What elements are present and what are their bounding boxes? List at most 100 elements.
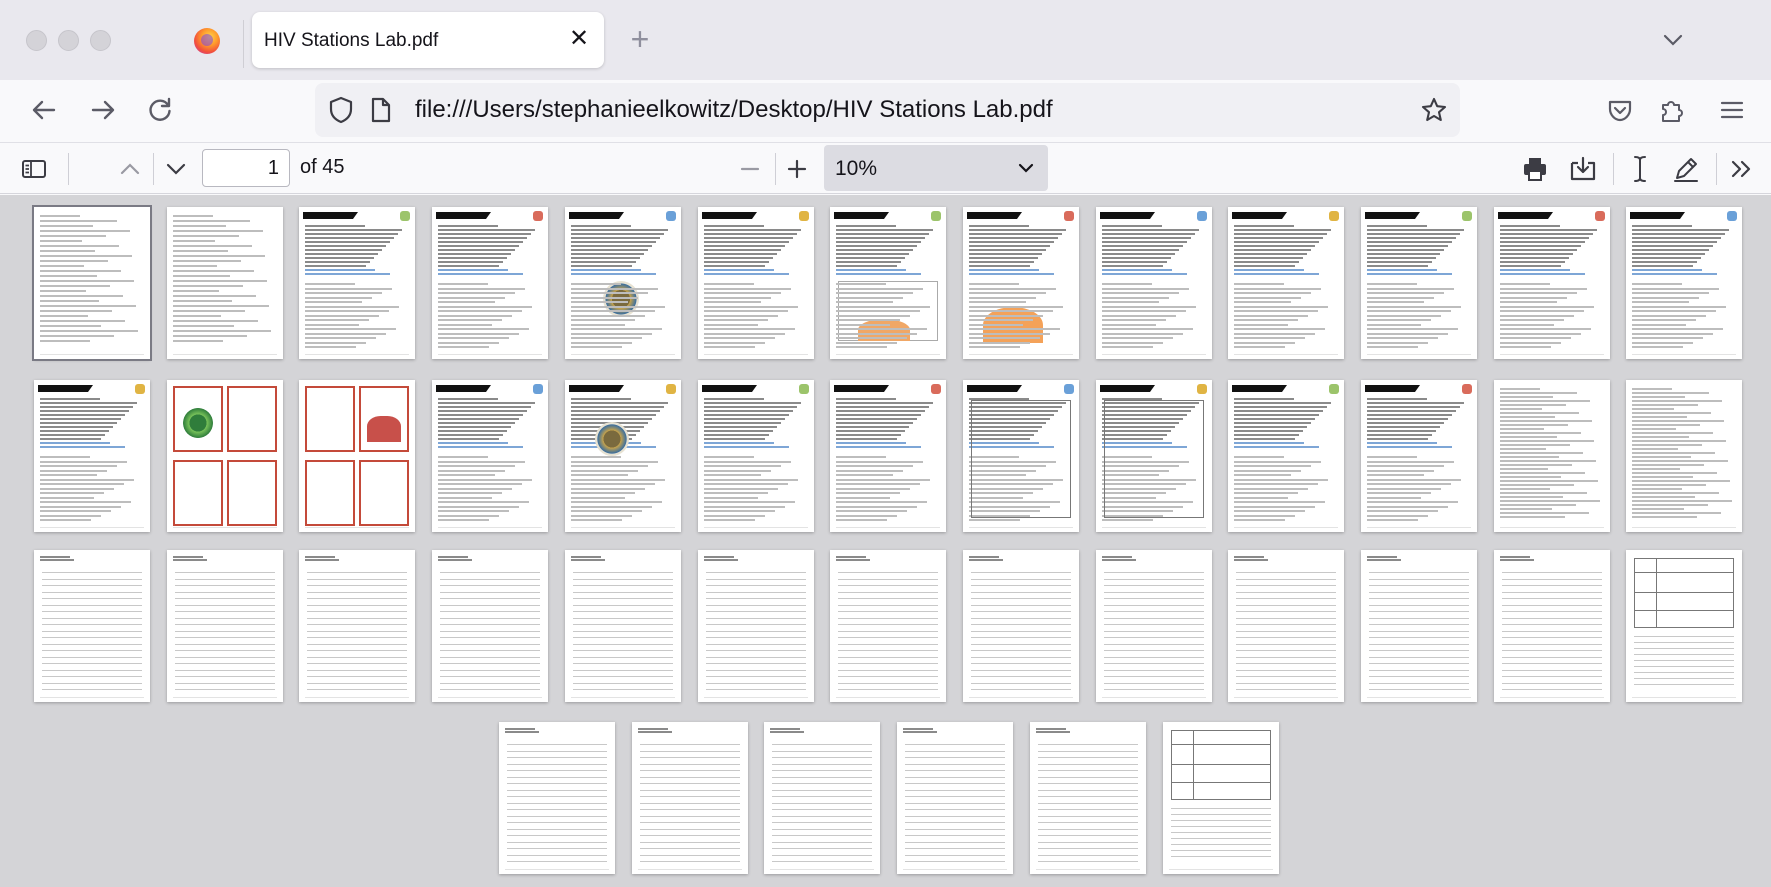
page-thumbnail[interactable] [1361,207,1477,359]
page-thumbnail[interactable] [34,550,150,702]
page-thumbnail[interactable] [1030,722,1146,874]
firefox-icon[interactable] [194,28,220,54]
text-line [40,315,88,317]
page-thumbnail[interactable] [1494,207,1610,359]
toggle-sidebar-button[interactable] [14,149,54,189]
text-line [571,341,632,344]
page-thumbnail[interactable] [897,722,1013,874]
draw-tool-button[interactable] [1666,149,1706,189]
text-line [1234,418,1315,420]
new-tab-button[interactable]: + [625,22,655,56]
page-thumbnail[interactable] [167,380,283,532]
page-thumbnail[interactable] [299,380,415,532]
print-button[interactable] [1515,149,1555,189]
text-line [40,335,114,337]
app-menu-button[interactable] [1712,90,1752,130]
text-line [571,292,648,294]
page-thumbnail[interactable] [698,207,814,359]
page-thumbnail[interactable] [432,550,548,702]
page-thumbnail[interactable] [1494,550,1610,702]
page-thumbnail[interactable] [830,550,946,702]
page-thumbnail[interactable] [565,207,681,359]
save-button[interactable] [1563,149,1603,189]
page-thumbnail[interactable] [432,380,548,532]
minimize-window-button[interactable] [58,30,79,51]
extensions-button[interactable] [1652,90,1692,130]
page-number-input[interactable]: 1 [202,149,290,187]
previous-page-button[interactable] [110,149,150,189]
page-thumbnail[interactable] [830,380,946,532]
text-tool-button[interactable] [1620,149,1660,189]
text-line [1500,404,1566,406]
page-thumbnail[interactable] [167,550,283,702]
page-thumbnail[interactable] [432,207,548,359]
pdf-viewer[interactable] [0,195,1771,887]
page-thumbnail[interactable] [963,380,1079,532]
answer-rule [772,757,872,758]
page-thumbnail[interactable] [963,207,1079,359]
shield-icon[interactable] [325,94,357,126]
page-thumbnail[interactable] [32,205,152,361]
page-thumbnail[interactable] [830,207,946,359]
tab-hiv-stations-lab[interactable]: HIV Stations Lab.pdf ✕ [252,12,604,68]
page-thumbnail[interactable] [1361,380,1477,532]
page-thumbnail[interactable] [299,550,415,702]
page-thumbnail[interactable] [1228,550,1344,702]
page-thumbnail[interactable] [1096,550,1212,702]
page-thumbnail[interactable] [698,380,814,532]
page-thumbnail[interactable] [1096,380,1212,532]
text-line [438,225,498,227]
text-line [1500,508,1552,510]
next-page-button[interactable] [156,149,196,189]
page-thumbnail[interactable] [34,380,150,532]
page-thumbnail[interactable] [1494,380,1610,532]
page-thumbnail[interactable] [698,550,814,702]
text-line [704,253,777,255]
page-thumbnail[interactable] [1228,207,1344,359]
answer-rule [640,757,740,758]
page-footer [770,869,874,870]
list-all-tabs-button[interactable] [1658,28,1688,52]
text-line [571,505,652,508]
url-text[interactable]: file:///Users/stephanieelkowitz/Desktop/… [415,96,1053,124]
page-thumbnail[interactable] [1096,207,1212,359]
text-line [1367,559,1401,561]
zoom-out-button[interactable] [730,149,770,189]
answer-rule [307,682,407,684]
back-button[interactable] [24,90,64,130]
page-icon[interactable] [365,94,397,126]
more-tools-button[interactable] [1722,149,1762,189]
text-line [1234,341,1295,344]
page-thumbnail[interactable] [499,722,615,874]
zoom-select[interactable]: 10% [824,145,1048,191]
page-thumbnail[interactable] [299,207,415,359]
text-line [969,301,1026,303]
reload-button[interactable] [140,90,180,130]
zoom-window-button[interactable] [90,30,111,51]
url-bar[interactable]: file:///Users/stephanieelkowitz/Desktop/… [315,83,1460,137]
text-line [1632,396,1685,398]
text-line [1036,731,1070,733]
page-thumbnail[interactable] [1361,550,1477,702]
page-thumbnail[interactable] [167,207,283,359]
page-thumbnail[interactable] [632,722,748,874]
answer-rule [175,682,275,684]
page-thumbnail[interactable] [565,550,681,702]
page-thumbnail[interactable] [1163,722,1279,874]
page-thumbnail[interactable] [1228,380,1344,532]
page-thumbnail[interactable] [1626,380,1742,532]
page-thumbnail[interactable] [1626,550,1742,702]
page-thumbnail[interactable] [565,380,681,532]
close-window-button[interactable] [26,30,47,51]
bookmark-star-button[interactable] [1418,94,1450,126]
text-line [305,225,365,227]
tab-close-icon[interactable]: ✕ [564,24,594,54]
answer-rule [507,796,607,797]
zoom-in-button[interactable] [777,149,817,189]
page-thumbnail[interactable] [963,550,1079,702]
page-thumbnail[interactable] [1626,207,1742,359]
text-line [40,487,114,490]
page-thumbnail[interactable] [764,722,880,874]
pocket-button[interactable] [1600,90,1640,130]
forward-button[interactable] [83,90,123,130]
